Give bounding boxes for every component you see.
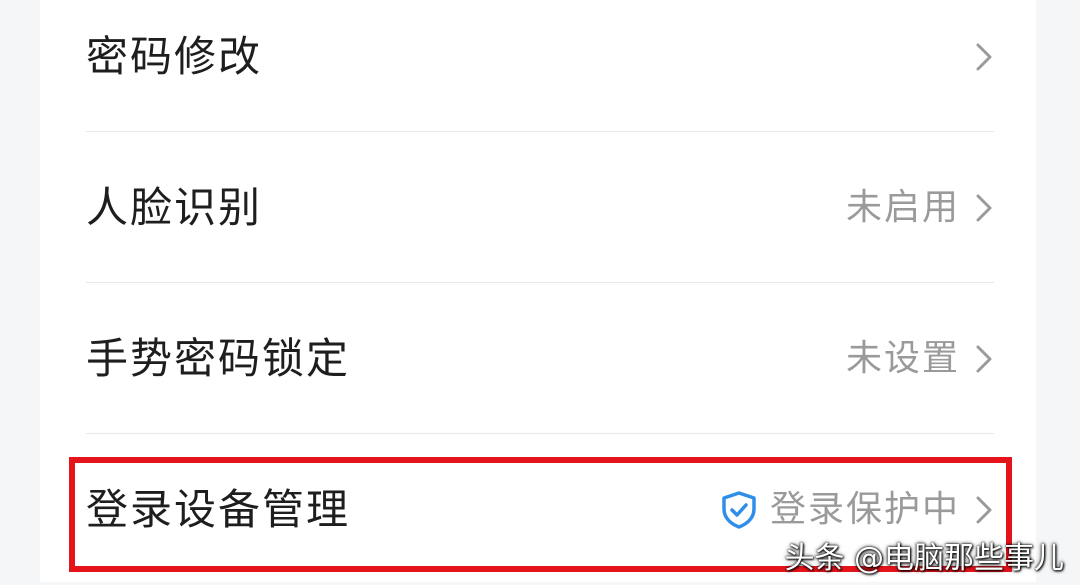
- chevron-right-icon: [976, 194, 992, 221]
- setting-right: [974, 42, 994, 72]
- setting-right: 未启用: [845, 186, 994, 228]
- watermark-text: 头条 @电脑那些事儿: [784, 541, 1064, 576]
- setting-right: 未设置: [845, 337, 994, 379]
- status-text: 未设置: [845, 337, 960, 379]
- setting-row-gesture-lock[interactable]: 手势密码锁定 未设置: [86, 284, 994, 434]
- setting-label: 人脸识别: [86, 182, 263, 232]
- setting-label: 手势密码锁定: [86, 333, 351, 383]
- chevron-right-icon: [976, 43, 992, 70]
- chevron-right-icon: [976, 345, 992, 372]
- status-text: 未启用: [845, 186, 960, 228]
- setting-label: 密码修改: [86, 31, 263, 81]
- setting-row-password-change[interactable]: 密码修改: [86, 0, 994, 132]
- setting-row-face-recognition[interactable]: 人脸识别 未启用: [86, 133, 994, 283]
